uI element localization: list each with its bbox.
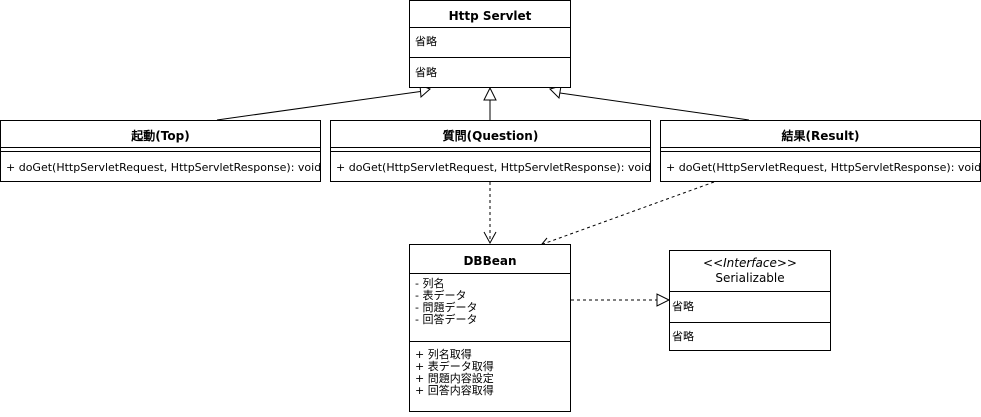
operations: + 列名取得 + 表データ取得 + 問題内容設定 + 回答内容取得 [410,349,570,397]
operations: 省略 [672,330,694,343]
attribute-item: - 回答データ [415,313,478,326]
result-dependency-line [542,181,715,245]
attributes: 省略 [672,300,694,313]
http-servlet-class[interactable]: Http Servlet 省略 省略 [409,0,571,88]
class-name: 質問(Question) [442,129,539,143]
divider [661,151,980,152]
class-name: Http Servlet [448,9,532,23]
divider [410,273,570,274]
divider [331,147,650,148]
attributes: - 列名 - 表データ - 問題データ - 回答データ [410,278,570,326]
operations: + doGet(HttpServletRequest, HttpServletR… [6,161,322,174]
operations: + doGet(HttpServletRequest, HttpServletR… [336,161,652,174]
operation-item: + 回答内容取得 [415,384,494,397]
operations: 省略 [415,66,437,79]
attributes: 省略 [415,35,437,48]
question-generalization-arrowhead [483,86,497,101]
divider [670,322,830,323]
operations: + doGet(HttpServletRequest, HttpServletR… [666,161,981,174]
divider [410,57,570,58]
interface-name: Serializable [715,271,785,285]
realization-arrowhead [656,293,671,307]
dbbean-class[interactable]: DBBean - 列名 - 表データ - 問題データ - 回答データ + 列名取… [409,244,571,412]
result-generalization-line [559,92,750,121]
class-name: DBBean [463,254,517,268]
class-name: 結果(Result) [781,129,860,143]
serializable-interface[interactable]: <<Interface>> Serializable 省略 省略 [669,250,831,351]
question-class[interactable]: 質問(Question) + doGet(HttpServletRequest,… [330,120,651,182]
class-name: 起動(Top) [131,129,190,143]
divider [410,27,570,28]
divider [670,291,830,292]
result-class[interactable]: 結果(Result) + doGet(HttpServletRequest, H… [660,120,981,182]
divider [410,341,570,342]
divider [1,147,320,148]
top-generalization-line [216,90,425,121]
top-class[interactable]: 起動(Top) + doGet(HttpServletRequest, Http… [0,120,321,182]
divider [1,151,320,152]
stereotype: <<Interface>> [703,256,797,270]
divider [661,147,980,148]
divider [331,151,650,152]
